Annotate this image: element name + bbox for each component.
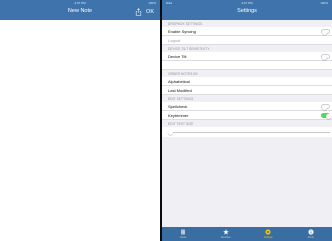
row-device-tilt: Device Tilt [162,52,332,61]
info-icon [308,229,314,235]
note-editor[interactable] [0,20,160,241]
spellcheck-toggle[interactable] [321,104,330,110]
enable-syncing-toggle[interactable] [321,29,330,35]
tab-about[interactable]: About [290,227,332,241]
settings-icon [265,229,271,235]
status-time: 4:07 PM [241,1,253,5]
row-spellcheck: Spellcheck [162,102,332,111]
new-note-navbar: 4:07 PM 100% New Note OK [0,0,160,20]
new-note-panel: 4:07 PM 100% New Note OK [0,0,160,241]
section-header-order: ORDER NOTES BY [168,72,198,76]
status-time: 4:07 PM [74,1,86,5]
row-label: Keytrimmer [168,113,189,118]
row-enable-syncing: Enable Syncing [162,27,332,36]
row-label: Logout [168,38,181,43]
section-header-edit: EDIT SETTINGS [168,97,194,101]
text-size-slider[interactable] [162,127,332,137]
slider-track [170,132,330,133]
tab-label: Favorites [220,236,231,239]
tab-label: Settings [263,236,273,239]
notes-icon [181,229,186,235]
tab-label: Notes [180,236,187,239]
settings-navbar: iPad 4:07 PM 100% Settings [162,0,332,20]
tab-label: About [307,236,314,239]
section-header-tilt: DEVICE TILT SENSITIVITY [168,47,210,51]
row-label: Spellcheck [168,104,188,109]
section-header-text-size: EDIT TEXT SIZE [168,122,194,126]
star-icon [222,229,229,235]
share-icon[interactable] [135,8,142,16]
row-blank [162,61,332,70]
page-title: Settings [237,8,257,14]
section-header-dropbox: DROPBOX SETTINGS [168,22,203,26]
row-last-modified[interactable]: Last Modified [162,86,332,95]
status-bar: 4:07 PM 100% [0,0,160,6]
status-bar: iPad 4:07 PM 100% [162,0,332,6]
tab-favorites[interactable]: Favorites [205,227,248,241]
tab-notes[interactable]: Notes [162,227,205,241]
row-alphabetical[interactable]: Alphabetical [162,77,332,86]
keytrimmer-toggle[interactable] [321,113,331,119]
settings-panel: iPad 4:07 PM 100% Settings DROPBOX SETTI… [162,0,332,241]
row-label: Last Modified [168,88,192,93]
device-tilt-toggle[interactable] [321,54,330,60]
slider-thumb[interactable] [168,129,173,135]
row-keytrimmer: Keytrimmer [162,111,332,120]
row-label: Device Tilt [168,54,187,59]
row-label: Alphabetical [168,79,190,84]
ok-button[interactable]: OK [146,9,154,15]
row-label: Enable Syncing [168,29,196,34]
tab-settings[interactable]: Settings [247,227,290,241]
tab-bar: Notes Favorites Settings About [162,227,332,241]
settings-list: DROPBOX SETTINGS Enable Syncing Logout D… [162,20,332,227]
row-logout[interactable]: Logout [162,36,332,45]
